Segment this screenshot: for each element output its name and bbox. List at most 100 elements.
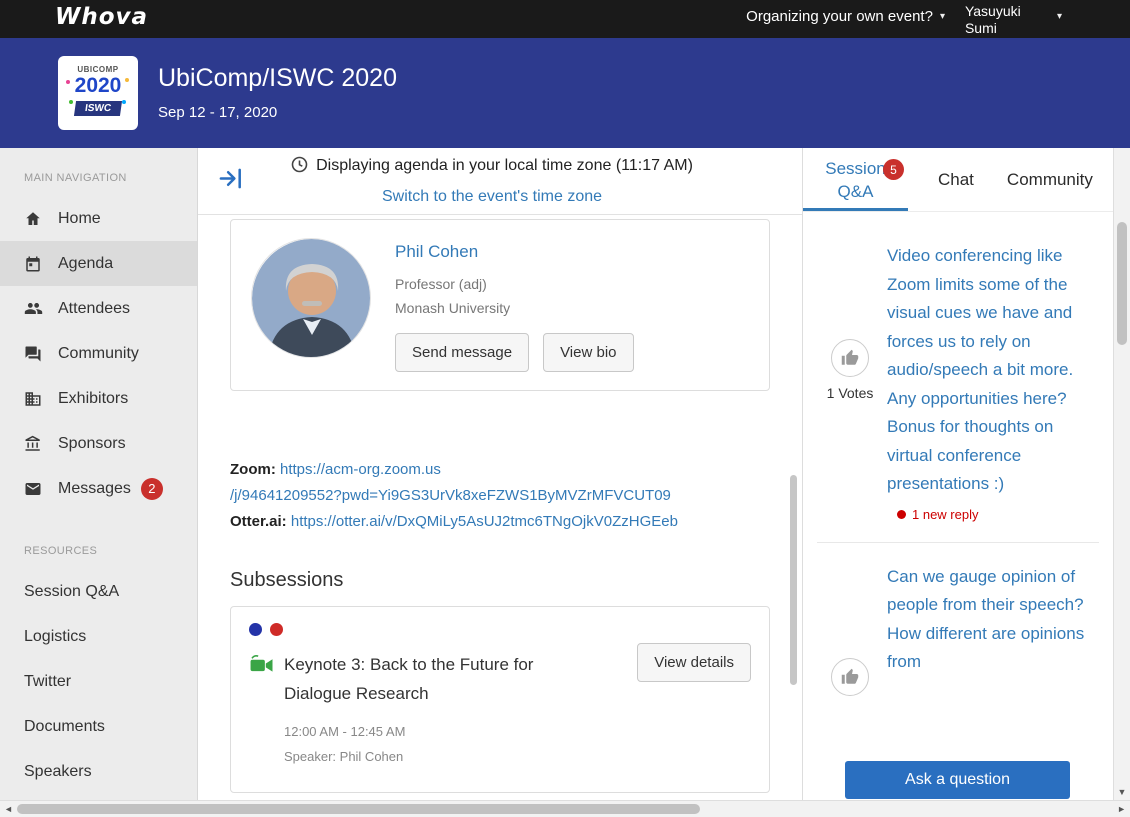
- qa-question[interactable]: Can we gauge opinion of people from thei…: [803, 563, 1113, 696]
- scroll-right-arrow[interactable]: ►: [1117, 804, 1126, 814]
- sidebar-item-messages[interactable]: Messages 2: [0, 466, 197, 511]
- sidebar-item-label: Exhibitors: [58, 389, 129, 407]
- collapse-arrow-icon[interactable]: [218, 165, 245, 197]
- qa-question-list: 1 Votes Video conferencing like Zoom lim…: [803, 212, 1113, 800]
- horizontal-scrollbar[interactable]: ◄ ►: [0, 800, 1130, 817]
- speaker-info: Phil Cohen Professor (adj) Monash Univer…: [395, 238, 634, 372]
- sidebar-item-label: Messages: [58, 479, 131, 497]
- tab-label: Chat: [938, 169, 974, 189]
- home-icon: [24, 210, 44, 228]
- zoom-label: Zoom:: [230, 461, 276, 478]
- upvote-button[interactable]: [831, 657, 869, 696]
- tab-community[interactable]: Community: [1007, 148, 1093, 211]
- video-camera-icon: [249, 654, 275, 680]
- speaker-avatar: [251, 238, 371, 358]
- messages-unread-badge: 2: [140, 477, 163, 500]
- sidebar-item-label: Documents: [24, 717, 105, 735]
- sidebar-item-label: Attendees: [58, 299, 131, 317]
- new-reply-text: 1 new reply: [912, 506, 979, 522]
- tab-chat[interactable]: Chat: [938, 148, 974, 211]
- exhibitors-icon: [24, 390, 44, 408]
- sidebar-item-speakers[interactable]: Speakers: [0, 749, 197, 794]
- sidebar-item-label: Twitter: [24, 672, 72, 690]
- caret-down-icon: ▾: [939, 11, 945, 22]
- qa-panel: Session Q&A 5 Chat Community 1 Votes Vid…: [803, 148, 1113, 800]
- timezone-notice-text: Displaying agenda in your local time zon…: [316, 156, 693, 174]
- panel-scrollbar-thumb[interactable]: [1117, 222, 1127, 345]
- caret-down-icon: ▾: [1056, 11, 1062, 22]
- event-logo-iswc-badge: ISWC: [73, 101, 123, 116]
- sidebar-item-label: Session Q&A: [24, 582, 120, 600]
- ask-question-button[interactable]: Ask a question: [845, 761, 1070, 799]
- sidebar-item-home[interactable]: Home: [0, 196, 197, 241]
- community-icon: [24, 345, 44, 363]
- sponsors-icon: [24, 435, 44, 453]
- sidebar-item-attendees[interactable]: Attendees: [0, 286, 197, 331]
- session-type-dots: [249, 623, 751, 636]
- main-navigation-label: MAIN NAVIGATION: [24, 172, 127, 184]
- sidebar-item-label: Agenda: [58, 254, 114, 272]
- qa-count-badge: 5: [883, 159, 904, 180]
- speaker-affiliation: Monash University: [395, 300, 511, 316]
- agenda-main-panel: Displaying agenda in your local time zon…: [198, 148, 803, 800]
- subsession-speaker: Speaker: Phil Cohen: [284, 749, 404, 764]
- sidebar-item-label: Logistics: [24, 627, 87, 645]
- qa-tabs: Session Q&A 5 Chat Community: [803, 148, 1113, 212]
- sidebar-item-session-qa[interactable]: Session Q&A: [0, 569, 197, 614]
- logo-confetti: [66, 80, 70, 84]
- tab-session-qa[interactable]: Session Q&A 5: [803, 148, 908, 211]
- speaker-name-link[interactable]: Phil Cohen: [395, 242, 478, 262]
- horizontal-scrollbar-thumb[interactable]: [17, 804, 700, 814]
- sidebar-item-logistics[interactable]: Logistics: [0, 614, 197, 659]
- sidebar-item-sponsors[interactable]: Sponsors: [0, 421, 197, 466]
- new-reply-dot: [897, 509, 906, 519]
- user-menu[interactable]: Yasuyuki Sumi ▾: [965, 3, 1062, 37]
- thumbs-up-icon: [841, 668, 859, 684]
- sidebar-item-community[interactable]: Community: [0, 331, 197, 376]
- upvote-button[interactable]: [831, 339, 869, 378]
- question-text[interactable]: Can we gauge opinion of people from thei…: [887, 563, 1099, 677]
- timezone-header: Displaying agenda in your local time zon…: [198, 148, 802, 215]
- body-row: MAIN NAVIGATION Home Agenda Attendees Co…: [0, 148, 1130, 800]
- attendees-icon: [24, 299, 44, 318]
- event-dates: Sep 12 - 17, 2020: [158, 104, 278, 121]
- view-details-button[interactable]: View details: [637, 643, 751, 682]
- sidebar-item-exhibitors[interactable]: Exhibitors: [0, 376, 197, 421]
- sidebar-item-documents[interactable]: Documents: [0, 704, 197, 749]
- qa-question[interactable]: 1 Votes Video conferencing like Zoom lim…: [803, 242, 1113, 499]
- divider: [817, 541, 1099, 543]
- sidebar-item-twitter[interactable]: Twitter: [0, 659, 197, 704]
- session-dot-blue: [249, 623, 262, 636]
- topbar-right: Organizing your own event? ▾ Yasuyuki Su…: [746, 0, 1130, 37]
- session-links: Zoom: https://acm-org.zoom.us /j/9464120…: [230, 457, 775, 535]
- scroll-left-arrow[interactable]: ◄: [4, 804, 13, 814]
- sidebar-item-label: Sponsors: [58, 434, 126, 452]
- logo-confetti: [125, 78, 129, 82]
- switch-timezone-link[interactable]: Switch to the event's time zone: [382, 188, 602, 205]
- event-title: UbiComp/ISWC 2020: [158, 64, 397, 92]
- subsession-title: Keynote 3: Back to the Future for Dialog…: [284, 655, 534, 703]
- sidebar: MAIN NAVIGATION Home Agenda Attendees Co…: [0, 148, 198, 800]
- event-logo: UBICOMP 2020 ISWC: [58, 56, 138, 130]
- sidebar-item-agenda[interactable]: Agenda: [0, 241, 197, 286]
- send-message-button[interactable]: Send message: [395, 333, 530, 372]
- clock-icon: [291, 155, 308, 183]
- event-banner: UBICOMP 2020 ISWC UbiComp/ISWC 2020 Sep …: [0, 38, 1130, 148]
- zoom-link[interactable]: https://acm-org.zoom.us /j/94641209552?p…: [230, 461, 671, 504]
- otter-link[interactable]: https://otter.ai/v/DxQMiLy5AsUJ2tmc6TNgO…: [291, 513, 678, 530]
- otter-label: Otter.ai:: [230, 513, 287, 530]
- logo-confetti: [122, 100, 126, 104]
- vote-column: 1 Votes: [813, 339, 887, 401]
- question-text[interactable]: Video conferencing like Zoom limits some…: [887, 242, 1099, 499]
- whova-logo: Whova: [55, 4, 149, 30]
- thumbs-up-icon: [841, 350, 859, 365]
- logo-confetti: [69, 100, 73, 104]
- panel-scrollbar[interactable]: ▼: [1113, 148, 1130, 800]
- view-bio-button[interactable]: View bio: [543, 333, 634, 372]
- user-name: Yasuyuki Sumi: [964, 3, 1021, 36]
- agenda-icon: [24, 255, 44, 273]
- scroll-down-arrow[interactable]: ▼: [1114, 787, 1130, 797]
- main-scrollbar-thumb[interactable]: [790, 475, 797, 685]
- organizer-link[interactable]: Organizing your own event? ▾: [746, 8, 945, 25]
- sidebar-item-label: Home: [58, 209, 101, 227]
